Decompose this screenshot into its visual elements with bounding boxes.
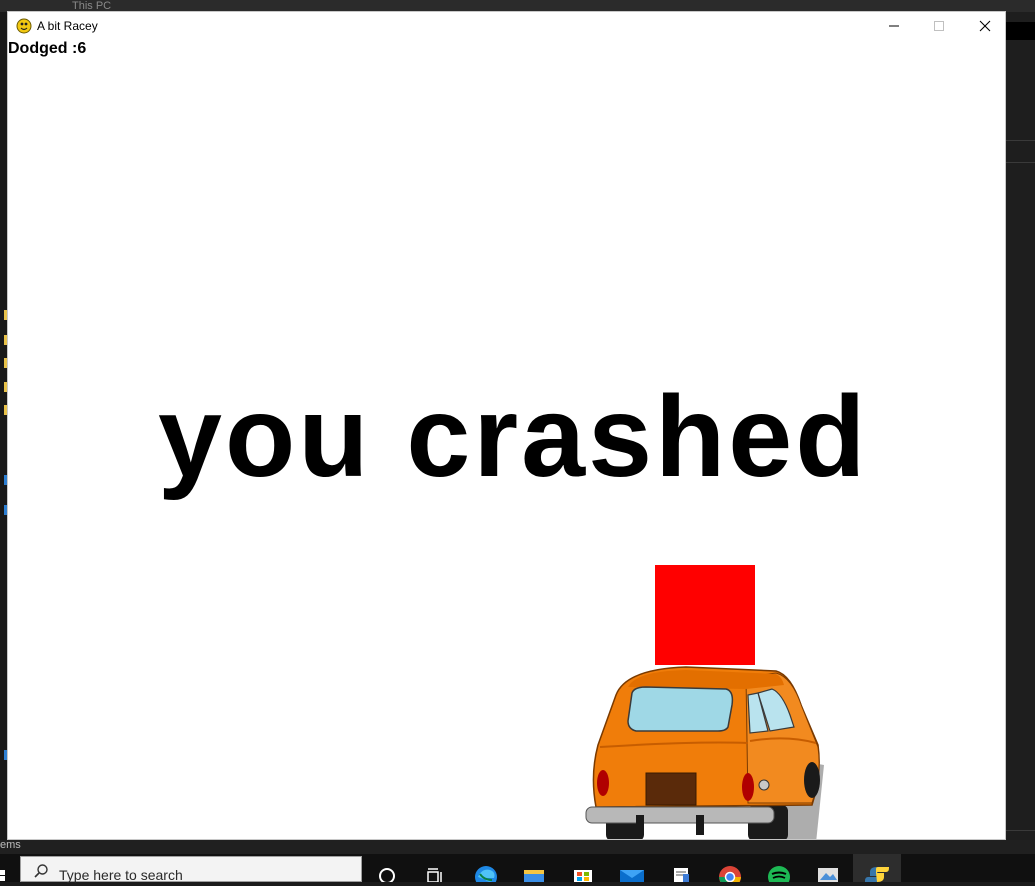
red-block-obstacle (655, 565, 755, 665)
minimize-icon (889, 25, 899, 27)
mail-icon (620, 870, 644, 882)
search-placeholder: Type here to search (59, 867, 183, 883)
chrome-button[interactable] (706, 854, 754, 882)
python-button[interactable] (853, 854, 901, 882)
background-status-bar (0, 840, 1035, 854)
dodged-score: Dodged :6 (8, 40, 87, 57)
file-explorer-button[interactable] (510, 854, 558, 882)
windows-taskbar: Type here to search (0, 854, 1035, 883)
microsoft-store-icon (574, 870, 592, 882)
divider (1006, 140, 1035, 141)
notepad-button[interactable] (657, 854, 705, 882)
task-view-icon (427, 868, 442, 882)
background-ribbon (1006, 22, 1035, 40)
cortana-button[interactable] (363, 854, 411, 882)
microsoft-store-button[interactable] (559, 854, 607, 882)
close-button[interactable] (962, 12, 1005, 40)
windows-logo-icon (0, 870, 5, 881)
notepad-icon (674, 868, 689, 882)
minimize-button[interactable] (871, 12, 917, 40)
taskbar-search-box[interactable]: Type here to search (20, 856, 362, 883)
spotify-button[interactable] (755, 854, 803, 882)
start-button[interactable] (0, 854, 18, 882)
background-navigation-pane[interactable] (0, 12, 7, 840)
crash-message: you crashed (158, 373, 869, 501)
game-window: A bit Racey Dodged :6 you crashed (7, 11, 1006, 840)
mail-button[interactable] (608, 854, 656, 882)
cortana-icon (379, 868, 395, 882)
photos-icon (818, 868, 838, 882)
chrome-icon (719, 866, 741, 882)
game-titlebar[interactable]: A bit Racey (8, 12, 1005, 40)
background-right-pane (1006, 12, 1035, 840)
photos-button[interactable] (804, 854, 852, 882)
divider (1006, 830, 1035, 831)
search-icon (34, 864, 48, 878)
orange-car-sprite (585, 666, 824, 839)
maximize-icon (934, 21, 944, 31)
edge-icon (475, 866, 497, 882)
file-explorer-icon (524, 870, 544, 882)
divider (1006, 162, 1035, 163)
task-view-button[interactable] (411, 854, 459, 882)
edge-button[interactable] (462, 854, 510, 882)
background-status-text: ems (0, 839, 21, 851)
maximize-button[interactable] (916, 12, 962, 40)
pygame-snake-icon (16, 18, 32, 34)
spotify-icon (768, 866, 790, 882)
python-icon (865, 867, 889, 882)
window-title: A bit Racey (37, 19, 98, 33)
close-icon (979, 20, 991, 32)
